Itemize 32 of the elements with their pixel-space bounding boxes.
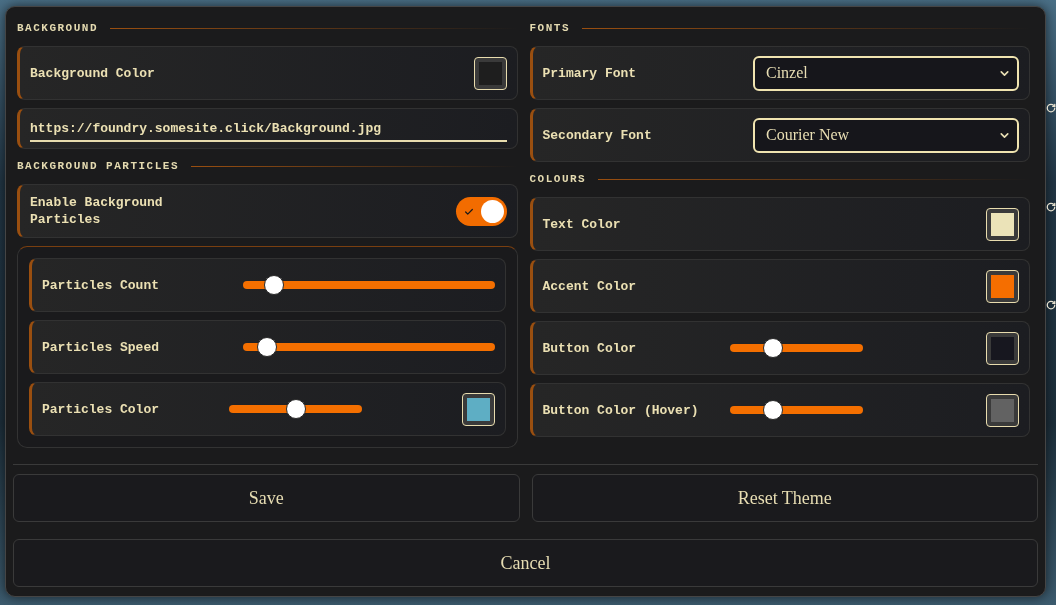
setting-label: Button Color (Hover)	[542, 401, 700, 419]
save-button[interactable]: Save	[13, 474, 520, 522]
reset-theme-button[interactable]: Reset Theme	[531, 474, 1038, 522]
setting-label: Background Color	[30, 64, 156, 82]
section-heading: BACKGROUND PARTICLES	[17, 161, 180, 172]
refresh-icon	[1046, 202, 1056, 212]
toggle-switch[interactable]	[455, 196, 507, 226]
slider-thumb[interactable]	[256, 337, 277, 357]
setting-label: Secondary Font	[542, 126, 653, 144]
setting-label: Accent Color	[542, 277, 638, 295]
setting-label: Primary Font	[542, 64, 638, 82]
cancel-button[interactable]: Cancel	[13, 539, 1038, 587]
section-heading: BACKGROUND	[17, 23, 98, 34]
url-field[interactable]: https://foundry.somesite.click/Background.jpg	[17, 108, 518, 149]
check-icon	[463, 206, 474, 217]
setting-label: Particles Count	[42, 276, 161, 294]
slider-thumb[interactable]	[763, 338, 784, 358]
setting-label: Particles Color	[42, 400, 161, 418]
font-select[interactable]: Cinzel	[753, 55, 1019, 91]
section-heading: FONTS	[529, 23, 570, 34]
font-select[interactable]: Courier New	[753, 117, 1019, 153]
setting-label: Particles Speed	[42, 338, 161, 356]
slider-thumb[interactable]	[285, 399, 306, 419]
setting-label: Text Color	[542, 215, 622, 233]
section-heading: COLOURS	[529, 174, 587, 185]
refresh-icon	[1046, 103, 1056, 113]
setting-label: Button Color	[542, 339, 638, 357]
slider-thumb[interactable]	[763, 400, 784, 420]
slider-thumb[interactable]	[263, 275, 284, 295]
toggle-knob	[480, 199, 504, 223]
refresh-icon	[1046, 300, 1056, 310]
setting-label: Enable Background Particles	[30, 194, 164, 228]
